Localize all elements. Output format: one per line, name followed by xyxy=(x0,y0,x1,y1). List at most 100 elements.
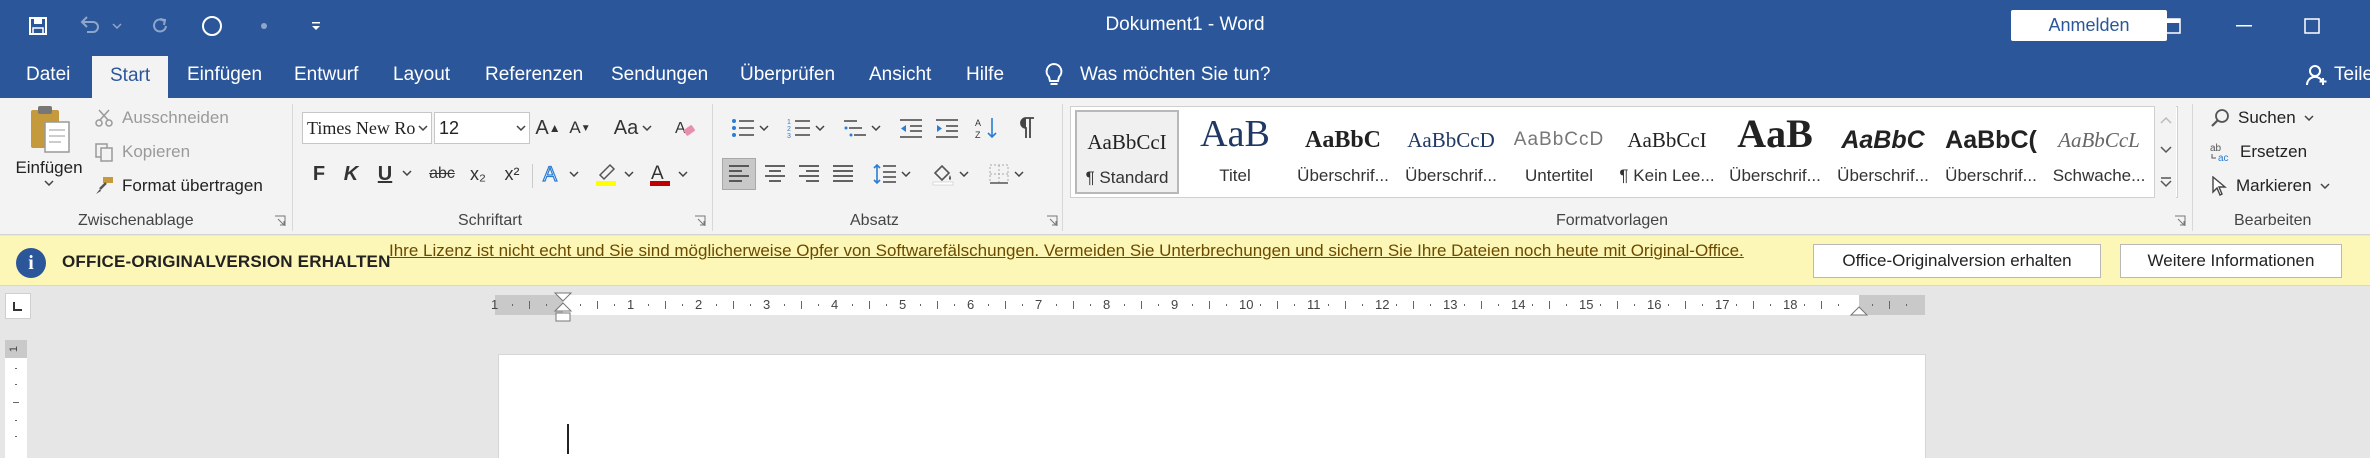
tab-ansicht[interactable]: Ansicht xyxy=(869,52,931,98)
ruler-tick xyxy=(1549,301,1550,309)
replace-button[interactable]: ab ac Ersetzen xyxy=(2210,142,2307,162)
style-heading-1[interactable]: AaBbC Überschrif... xyxy=(1291,110,1395,194)
search-icon xyxy=(2211,109,2229,127)
copy-button[interactable]: Kopieren xyxy=(94,142,190,162)
align-right-button[interactable] xyxy=(792,158,826,190)
first-line-indent-marker[interactable] xyxy=(553,291,573,323)
format-painter-button[interactable]: Format übertragen xyxy=(94,176,263,196)
sort-button[interactable]: AZ xyxy=(972,112,1002,144)
dialog-launcher-icon[interactable] xyxy=(274,215,286,227)
tab-referenzen[interactable]: Referenzen xyxy=(485,52,583,98)
signin-button[interactable]: Anmelden xyxy=(2011,10,2167,41)
chevron-up-icon[interactable] xyxy=(2160,116,2172,124)
style-name: Schwache... xyxy=(2052,166,2146,185)
undo-dropdown[interactable] xyxy=(110,10,124,42)
multilevel-list-button[interactable] xyxy=(838,112,886,144)
font-name-combo[interactable]: Times New Roman xyxy=(302,112,432,144)
text-effects-button[interactable]: A xyxy=(538,158,582,190)
style-heading-2[interactable]: AaBbCcD Überschrif... xyxy=(1399,110,1503,194)
subscript-button[interactable]: x₂ xyxy=(464,158,492,190)
find-button[interactable]: Suchen xyxy=(2210,108,2314,128)
customize-qat-button[interactable] xyxy=(300,10,332,42)
customize-icon xyxy=(312,22,320,30)
increase-indent-button[interactable] xyxy=(932,112,962,144)
maximize-button[interactable] xyxy=(2292,10,2332,42)
document-page[interactable] xyxy=(498,354,1926,458)
horizontal-ruler[interactable]: 1 1 2 3 4 5 6 7 8 9 10 11 12 13 14 15 16 17 18 xyxy=(491,292,1925,322)
align-center-button[interactable] xyxy=(758,158,792,190)
tab-einfuegen[interactable]: Einfügen xyxy=(187,52,262,98)
right-indent-marker[interactable] xyxy=(1849,301,1869,317)
tab-start[interactable]: Start xyxy=(92,56,169,98)
get-genuine-office-button[interactable]: Office-Originalversion erhalten xyxy=(1813,244,2101,278)
more-styles-icon[interactable] xyxy=(2160,176,2172,188)
bullets-button[interactable] xyxy=(726,112,774,144)
style-heading-5[interactable]: AaBbC( Überschrif... xyxy=(1939,110,2043,194)
dialog-launcher-icon[interactable] xyxy=(694,215,706,227)
chevron-down-icon xyxy=(1014,171,1024,177)
show-marks-button[interactable] xyxy=(1012,112,1042,144)
paintbrush-icon xyxy=(96,177,113,194)
left-tab-icon xyxy=(13,302,22,311)
style-untertitel[interactable]: AaBbCcD Untertitel xyxy=(1507,110,1611,194)
decrease-indent-button[interactable] xyxy=(896,112,926,144)
dialog-launcher-icon[interactable] xyxy=(1046,215,1058,227)
paste-button[interactable]: Einfügen xyxy=(14,104,84,186)
copy-label: Kopieren xyxy=(122,142,191,161)
change-case-button[interactable]: Aa xyxy=(610,112,656,144)
italic-button[interactable]: K xyxy=(338,158,364,190)
message-link[interactable]: Ihre Lizenz ist nicht echt und Sie sind … xyxy=(389,240,1759,262)
style-standard[interactable]: AaBbCcI ¶ Standard xyxy=(1075,110,1179,194)
quick-access-toolbar xyxy=(22,10,332,42)
tab-ueberpruefen[interactable]: Überprüfen xyxy=(740,52,835,98)
ruler-tick xyxy=(1889,301,1890,309)
style-heading-3[interactable]: AaB Überschrif... xyxy=(1723,110,1827,194)
style-preview: AaBbC xyxy=(1304,127,1382,153)
cut-button[interactable]: Ausschneiden xyxy=(94,108,229,128)
save-button[interactable] xyxy=(22,10,54,42)
highlight-color-button[interactable] xyxy=(592,158,636,190)
redo-button[interactable] xyxy=(144,10,176,42)
share-button[interactable]: Teilen xyxy=(2306,52,2370,98)
ruler-tick xyxy=(1277,301,1278,309)
underline-button[interactable]: U xyxy=(372,158,398,190)
vertical-ruler[interactable]: 1 xyxy=(5,340,27,458)
strikethrough-button[interactable]: abc xyxy=(424,158,460,190)
chevron-down-icon[interactable] xyxy=(2160,146,2172,154)
more-info-button[interactable]: Weitere Informationen xyxy=(2120,244,2342,278)
style-subtle-emphasis[interactable]: AaBbCcL Schwache... xyxy=(2047,110,2151,194)
style-titel[interactable]: AaB Titel xyxy=(1183,110,1287,194)
chevron-down-icon[interactable] xyxy=(402,170,412,176)
tab-datei[interactable]: Datei xyxy=(26,52,70,98)
style-heading-4[interactable]: AaBbC Überschrif... xyxy=(1831,110,1935,194)
undo-button[interactable] xyxy=(74,10,106,42)
minimize-button[interactable] xyxy=(2224,10,2264,42)
clear-formatting-button[interactable]: A xyxy=(670,112,700,144)
tab-sendungen[interactable]: Sendungen xyxy=(611,52,708,98)
shading-button[interactable] xyxy=(928,158,972,190)
font-color-button[interactable]: A xyxy=(646,158,690,190)
numbering-button[interactable]: 123 xyxy=(782,112,830,144)
justify-button[interactable] xyxy=(826,158,860,190)
line-spacing-button[interactable] xyxy=(868,158,916,190)
dialog-launcher-icon[interactable] xyxy=(2174,215,2186,227)
font-size-combo[interactable]: 12 xyxy=(434,112,530,144)
qat-dot-button[interactable] xyxy=(248,10,280,42)
ribbon-display-options-button[interactable] xyxy=(2151,10,2191,42)
superscript-button[interactable]: x² xyxy=(498,158,526,190)
align-left-button[interactable] xyxy=(722,158,756,190)
borders-button[interactable] xyxy=(984,158,1028,190)
touch-mode-button[interactable] xyxy=(196,10,228,42)
style-kein-leerraum[interactable]: AaBbCcI ¶ Kein Lee... xyxy=(1615,110,1719,194)
tab-entwurf[interactable]: Entwurf xyxy=(294,52,358,98)
tab-selector[interactable] xyxy=(5,293,31,319)
shrink-font-button[interactable]: A ▼ xyxy=(566,112,594,144)
select-button[interactable]: Markieren xyxy=(2210,176,2330,196)
redo-icon xyxy=(153,18,167,33)
tab-hilfe[interactable]: Hilfe xyxy=(966,52,1004,98)
tell-me-box[interactable]: Was möchten Sie tun? xyxy=(1044,52,1270,98)
bold-button[interactable]: F xyxy=(306,158,332,190)
grow-font-button[interactable]: A ▲ xyxy=(534,112,562,144)
tab-layout[interactable]: Layout xyxy=(393,52,450,98)
style-preview: AaBbC( xyxy=(1945,126,2037,154)
